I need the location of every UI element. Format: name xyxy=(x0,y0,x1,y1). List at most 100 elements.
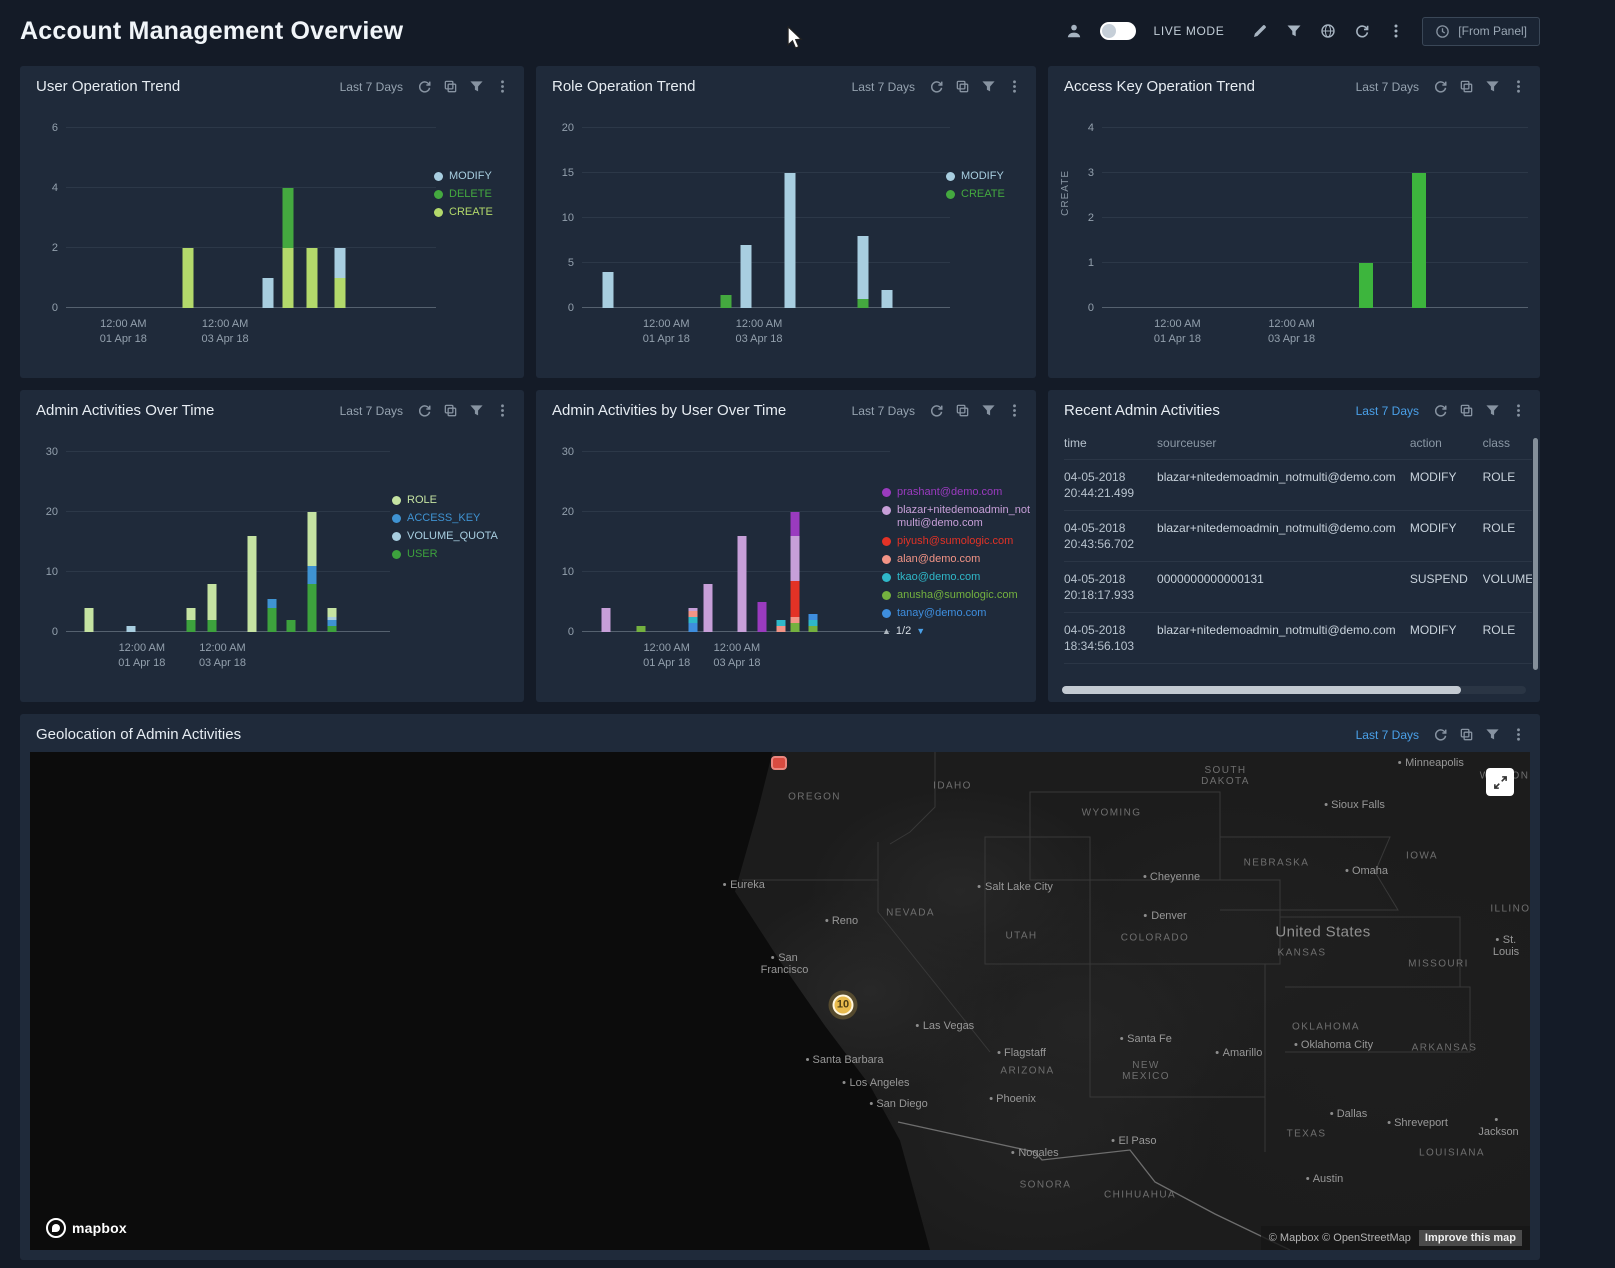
bar-segment xyxy=(790,512,799,536)
legend-item: CREATE xyxy=(946,188,1026,201)
vertical-scrollbar[interactable] xyxy=(1533,438,1538,670)
table-row[interactable]: 04-05-201818:34:33.488blazar+nitedemoadm… xyxy=(1064,664,1532,677)
filter-icon[interactable] xyxy=(469,79,484,94)
table-row[interactable]: 04-05-201820:44:21.499blazar+nitedemoadm… xyxy=(1064,460,1532,511)
admin-activities-over-time-chart: 010203012:00 AM01 Apr 1812:00 AM03 Apr 1… xyxy=(20,434,524,702)
time-range-label[interactable]: Last 7 Days xyxy=(340,404,403,418)
refresh-icon[interactable] xyxy=(1433,79,1448,94)
column-header-sourceuser[interactable]: sourceuser xyxy=(1157,434,1410,460)
filter-icon[interactable] xyxy=(1286,23,1302,39)
live-mode-toggle[interactable] xyxy=(1100,22,1136,40)
y-tick-label: 15 xyxy=(546,167,574,179)
bar-segment xyxy=(882,290,893,308)
filter-icon[interactable] xyxy=(981,403,996,418)
bar-segment xyxy=(287,620,296,632)
table-row[interactable]: 04-05-201818:34:56.103blazar+nitedemoadm… xyxy=(1064,613,1532,664)
map-label: UTAH xyxy=(1005,930,1037,941)
refresh-icon[interactable] xyxy=(929,403,944,418)
gridline xyxy=(66,247,436,248)
dashboard-title: Account Management Overview xyxy=(20,17,403,46)
kebab-menu-icon[interactable] xyxy=(1007,79,1022,94)
cell-action: MODIFY xyxy=(1410,613,1483,664)
panel-title: Admin Activities by User Over Time xyxy=(552,402,786,419)
filter-icon[interactable] xyxy=(1485,727,1500,742)
fullscreen-button[interactable] xyxy=(1486,768,1514,796)
pencil-icon[interactable] xyxy=(1252,23,1268,39)
refresh-icon[interactable] xyxy=(417,79,432,94)
bar-segment xyxy=(1412,173,1426,308)
kebab-menu-icon[interactable] xyxy=(1388,23,1404,39)
column-header-class[interactable]: class xyxy=(1483,434,1532,460)
time-range-label[interactable]: Last 7 Days xyxy=(852,80,915,94)
mapbox-logo[interactable]: mapbox xyxy=(46,1218,127,1238)
legend-dot xyxy=(882,591,891,600)
attribution-text[interactable]: © Mapbox © OpenStreetMap xyxy=(1269,1232,1411,1244)
refresh-icon[interactable] xyxy=(1354,23,1370,39)
filter-icon[interactable] xyxy=(1485,79,1500,94)
legend-page-down-icon[interactable]: ▼ xyxy=(916,626,925,636)
gridline xyxy=(582,262,950,263)
globe-icon[interactable] xyxy=(1320,23,1336,39)
y-tick-label: 10 xyxy=(30,566,58,578)
column-header-action[interactable]: action xyxy=(1410,434,1483,460)
bar xyxy=(602,128,613,308)
from-panel-select[interactable]: [From Panel] xyxy=(1422,17,1540,46)
gridline xyxy=(582,307,950,308)
map-canvas[interactable]: OREGONIDAHOSOUTH DAKOTAMinneapolisWISCON… xyxy=(30,752,1530,1250)
refresh-icon[interactable] xyxy=(417,403,432,418)
copy-icon[interactable] xyxy=(1459,79,1474,94)
x-tick-label: 12:00 AM03 Apr 18 xyxy=(713,641,760,671)
time-range-label[interactable]: Last 7 Days xyxy=(852,404,915,418)
time-range-label[interactable]: Last 7 Days xyxy=(1356,404,1419,418)
horizontal-scrollbar-track[interactable] xyxy=(1062,686,1526,694)
improve-map-link[interactable]: Improve this map xyxy=(1419,1230,1522,1246)
kebab-menu-icon[interactable] xyxy=(1007,403,1022,418)
copy-icon[interactable] xyxy=(955,79,970,94)
legend-item: tanay@demo.com xyxy=(882,607,1032,620)
legend-dot xyxy=(392,532,401,541)
kebab-menu-icon[interactable] xyxy=(1511,403,1526,418)
legend-page-up-icon[interactable]: ▲ xyxy=(882,626,891,636)
refresh-icon[interactable] xyxy=(929,79,944,94)
bar xyxy=(334,128,345,308)
time-range-label[interactable]: Last 7 Days xyxy=(1356,80,1419,94)
kebab-menu-icon[interactable] xyxy=(495,79,510,94)
filter-icon[interactable] xyxy=(1485,403,1500,418)
x-tick-label: 12:00 AM03 Apr 18 xyxy=(1268,317,1315,347)
kebab-menu-icon[interactable] xyxy=(1511,79,1526,94)
map-cluster-marker[interactable]: 10 xyxy=(833,994,854,1015)
map-label: Las Vegas xyxy=(916,1020,974,1032)
map-label: OREGON xyxy=(788,791,841,802)
gridline xyxy=(66,631,390,632)
filter-icon[interactable] xyxy=(981,79,996,94)
refresh-icon[interactable] xyxy=(1433,727,1448,742)
horizontal-scrollbar-thumb[interactable] xyxy=(1062,686,1461,694)
y-tick-label: 20 xyxy=(546,122,574,134)
copy-icon[interactable] xyxy=(1459,403,1474,418)
gridline xyxy=(66,307,436,308)
copy-icon[interactable] xyxy=(1459,727,1474,742)
bar xyxy=(809,452,818,632)
copy-icon[interactable] xyxy=(955,403,970,418)
map-marker-red[interactable] xyxy=(771,756,787,770)
map-label: SOUTH DAKOTA xyxy=(1201,765,1250,787)
gridline xyxy=(66,187,436,188)
gridline xyxy=(582,571,890,572)
legend-label: prashant@demo.com xyxy=(897,486,1002,499)
time-range-label[interactable]: Last 7 Days xyxy=(340,80,403,94)
kebab-menu-icon[interactable] xyxy=(495,403,510,418)
filter-icon[interactable] xyxy=(469,403,484,418)
copy-icon[interactable] xyxy=(443,79,458,94)
refresh-icon[interactable] xyxy=(1433,403,1448,418)
time-range-label[interactable]: Last 7 Days xyxy=(1356,728,1419,742)
kebab-menu-icon[interactable] xyxy=(1511,727,1526,742)
copy-icon[interactable] xyxy=(443,403,458,418)
table-row[interactable]: 04-05-201820:18:17.9330000000000000131SU… xyxy=(1064,562,1532,613)
legend-label: DELETE xyxy=(449,188,492,201)
gridline xyxy=(1102,127,1528,128)
table-row[interactable]: 04-05-201820:43:56.702blazar+nitedemoadm… xyxy=(1064,511,1532,562)
column-header-time[interactable]: time xyxy=(1064,434,1157,460)
map-label: ARIZONA xyxy=(1000,1066,1054,1077)
legend-item: prashant@demo.com xyxy=(882,486,1032,499)
cell-time: 04-05-201820:18:17.933 xyxy=(1064,562,1157,613)
